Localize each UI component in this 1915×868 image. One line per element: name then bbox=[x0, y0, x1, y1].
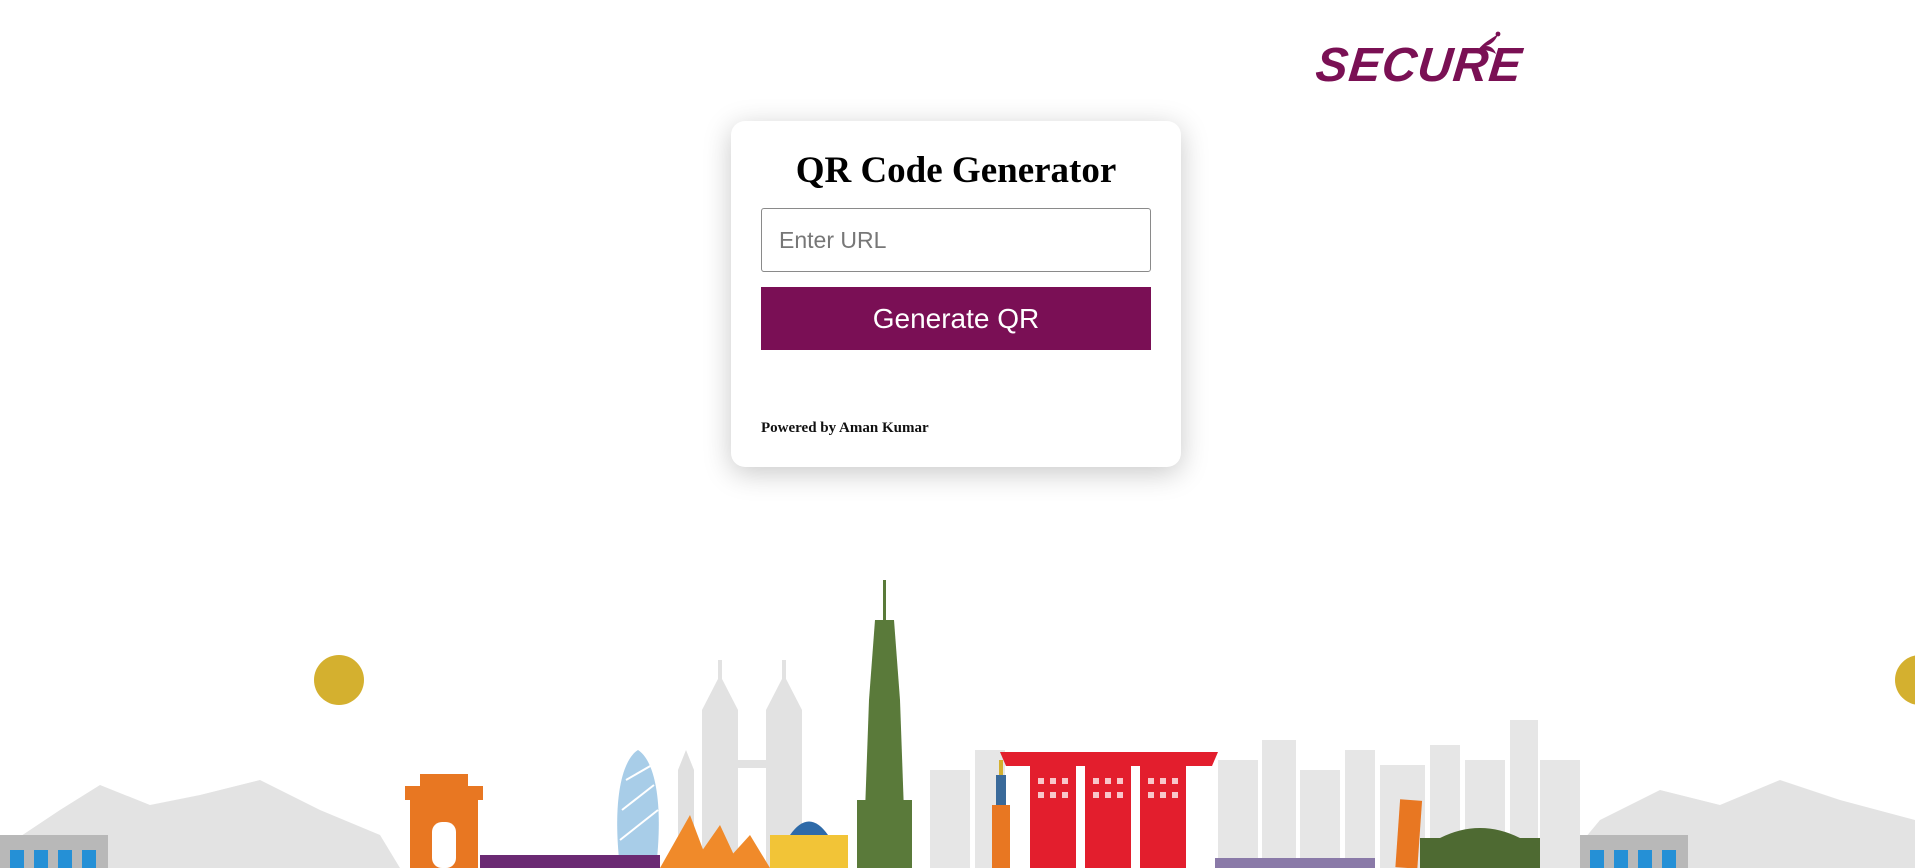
blue-window-building-icon bbox=[0, 835, 108, 868]
blue-window-building-icon bbox=[1580, 835, 1688, 868]
sun-icon bbox=[1895, 655, 1915, 705]
url-input[interactable] bbox=[761, 208, 1151, 272]
marina-bay-sands-icon bbox=[1000, 752, 1218, 868]
qr-generator-card: QR Code Generator Generate QR Powered by… bbox=[731, 121, 1181, 467]
secure-logo: SECURE bbox=[1313, 28, 1532, 92]
sun-icon bbox=[314, 655, 364, 705]
page-title: QR Code Generator bbox=[795, 150, 1117, 191]
qr-generator-page: SECURE QR Code Generator Generate QR Pow… bbox=[0, 0, 1915, 868]
powered-by-text: Powered by Aman Kumar bbox=[761, 420, 929, 436]
world-landmarks-skyline bbox=[0, 580, 1915, 868]
gherkin-tower-icon bbox=[617, 750, 659, 868]
generate-qr-button[interactable]: Generate QR bbox=[761, 287, 1151, 350]
bird-icon bbox=[1478, 31, 1501, 54]
burj-khalifa-icon bbox=[857, 580, 912, 868]
